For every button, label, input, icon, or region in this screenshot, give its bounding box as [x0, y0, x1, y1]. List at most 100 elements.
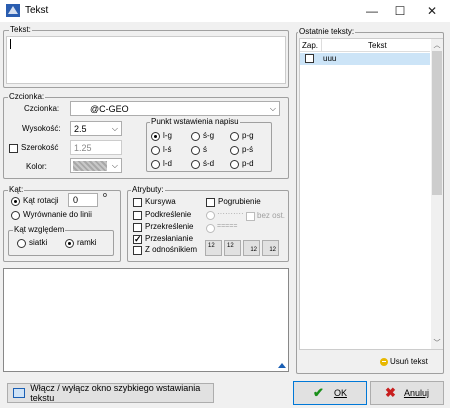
sample-button-4[interactable]: 12	[262, 240, 279, 256]
scroll-down-icon[interactable]: ﹀	[431, 338, 443, 348]
insertion-point-option-label: p-d	[242, 159, 254, 168]
scroll-up-icon[interactable]: ︿	[431, 40, 443, 50]
list-item[interactable]: uuu	[300, 53, 430, 65]
rotation-angle-label: Kąt rotacji	[23, 196, 59, 205]
maximize-button[interactable]: ☐	[384, 0, 416, 22]
grid-label: siatki	[29, 238, 48, 247]
list-item-text: uuu	[323, 54, 337, 63]
insertion-point-option-label: p-g	[242, 131, 254, 140]
overlay-checkbox[interactable]	[133, 233, 142, 245]
chevron-down-icon: ⌵	[269, 104, 276, 113]
width-input[interactable]: 1.25	[70, 140, 122, 155]
insertion-point-radio[interactable]	[151, 160, 160, 169]
font-select[interactable]: @C-GEO ⌵	[70, 101, 280, 116]
insertion-point-radio[interactable]	[230, 146, 239, 155]
sample-button-1-label: 12	[208, 243, 215, 249]
insertion-point-radio[interactable]	[151, 132, 160, 141]
height-select[interactable]: 2.5 ⌵	[70, 121, 122, 136]
dashed-line-label: =====	[217, 223, 238, 230]
rotation-angle-value: 0	[73, 195, 79, 205]
app-icon	[6, 4, 20, 17]
insertion-point-radio[interactable]	[191, 160, 200, 169]
column-header-zap[interactable]: Zap.	[302, 41, 318, 50]
insertion-point-radio[interactable]	[230, 160, 239, 169]
sample-button-3-label: 12	[250, 247, 257, 253]
width-value: 1.25	[74, 143, 92, 153]
insertion-point-label: Punkt wstawienia napisu	[150, 117, 240, 127]
insertion-point-radio[interactable]	[151, 146, 160, 155]
grid-radio[interactable]	[17, 239, 26, 248]
underline-label: Podkreślenie	[145, 210, 192, 219]
attributes-group-label: Atrybuty:	[131, 185, 165, 195]
color-select[interactable]: ⌵	[70, 158, 122, 173]
window-icon	[13, 388, 26, 398]
align-to-line-radio[interactable]	[11, 211, 20, 220]
delete-text-label: Usuń tekst	[390, 357, 428, 366]
color-label: Kolor:	[26, 162, 47, 171]
chevron-down-icon: ⌵	[111, 161, 118, 170]
overlay-label: Przesłanianie	[145, 234, 194, 243]
sample-button-2[interactable]: 12	[224, 240, 241, 256]
font-label: Czcionka:	[24, 104, 60, 113]
bold-checkbox[interactable]	[206, 198, 215, 207]
dotted-line-radio[interactable]	[206, 211, 215, 220]
minus-icon	[380, 357, 388, 366]
frame-radio[interactable]	[65, 239, 74, 248]
vertical-scrollbar[interactable]: ︿ ﹀	[431, 39, 443, 349]
ok-button[interactable]: ✔ OK	[293, 381, 367, 405]
text-group-label: Tekst:	[9, 25, 32, 35]
scrollbar-thumb[interactable]	[432, 51, 442, 195]
align-to-line-label: Wyrównanie do linii	[23, 210, 92, 219]
delete-text-button[interactable]: Usuń tekst	[380, 357, 428, 366]
insertion-point-radio[interactable]	[230, 132, 239, 141]
expand-up-icon[interactable]	[278, 363, 286, 368]
rotation-angle-radio[interactable]	[11, 197, 20, 206]
color-swatch	[73, 161, 107, 171]
insertion-point-radio[interactable]	[191, 146, 200, 155]
quick-insert-toggle-button[interactable]: Włącz / wyłącz okno szybkiego wstawiania…	[7, 383, 214, 403]
insertion-point-option-label: p-ś	[242, 145, 254, 154]
close-button[interactable]: ✕	[416, 0, 448, 22]
relative-angle-label: Kąt względem	[13, 225, 66, 235]
dashed-line-radio[interactable]	[206, 224, 215, 233]
no-axis-checkbox[interactable]	[246, 212, 255, 221]
check-icon: ✔	[313, 385, 324, 400]
insertion-point-option-label: ś-g	[203, 131, 215, 140]
sample-button-3[interactable]: 12	[243, 240, 260, 256]
strikeout-checkbox[interactable]	[133, 223, 142, 232]
insertion-point-option-label: l-ś	[163, 145, 172, 154]
height-value: 2.5	[74, 124, 87, 134]
list-item-checkbox[interactable]	[305, 54, 314, 63]
recent-texts-list[interactable]: Zap. Tekst uuu ︿ ﹀	[299, 38, 443, 350]
rotation-angle-input[interactable]: 0	[68, 193, 98, 207]
insertion-point-option-label: ś	[203, 145, 207, 154]
sample-button-4-label: 12	[269, 247, 276, 253]
font-value: @C-GEO	[90, 104, 129, 114]
column-divider	[321, 39, 322, 52]
font-group-label: Czcionka:	[8, 92, 46, 102]
sample-button-1[interactable]: 12	[205, 240, 222, 256]
italic-checkbox[interactable]	[133, 198, 142, 207]
quick-insert-toggle-label: Włącz / wyłącz okno szybkiego wstawiania…	[30, 383, 201, 403]
cancel-button[interactable]: ✖ Anuluj	[370, 381, 444, 405]
window-title: Tekst	[25, 5, 49, 16]
chevron-down-icon: ⌵	[111, 124, 118, 133]
insertion-point-radio[interactable]	[191, 132, 200, 141]
frame-label: ramki	[77, 238, 97, 247]
insertion-point-option-label: ś-d	[203, 159, 215, 168]
recent-texts-label: Ostatnie teksty:	[298, 27, 356, 37]
text-preview-area	[3, 268, 289, 372]
underline-checkbox[interactable]	[133, 211, 142, 220]
column-header-text[interactable]: Tekst	[368, 41, 387, 50]
bold-label: Pogrubienie	[218, 197, 261, 206]
strikeout-label: Przekreślenie	[145, 222, 194, 231]
with-reference-label: Z odnośnikiem	[145, 245, 198, 254]
degree-symbol: o	[103, 192, 107, 199]
with-reference-checkbox[interactable]	[133, 246, 142, 255]
sample-button-2-label: 12	[227, 243, 234, 249]
width-checkbox[interactable]	[9, 144, 18, 153]
no-axis-label: bez ost.	[257, 211, 286, 220]
italic-label: Kursywa	[145, 197, 176, 206]
cancel-x-icon: ✖	[385, 385, 396, 400]
text-input[interactable]	[6, 36, 286, 84]
